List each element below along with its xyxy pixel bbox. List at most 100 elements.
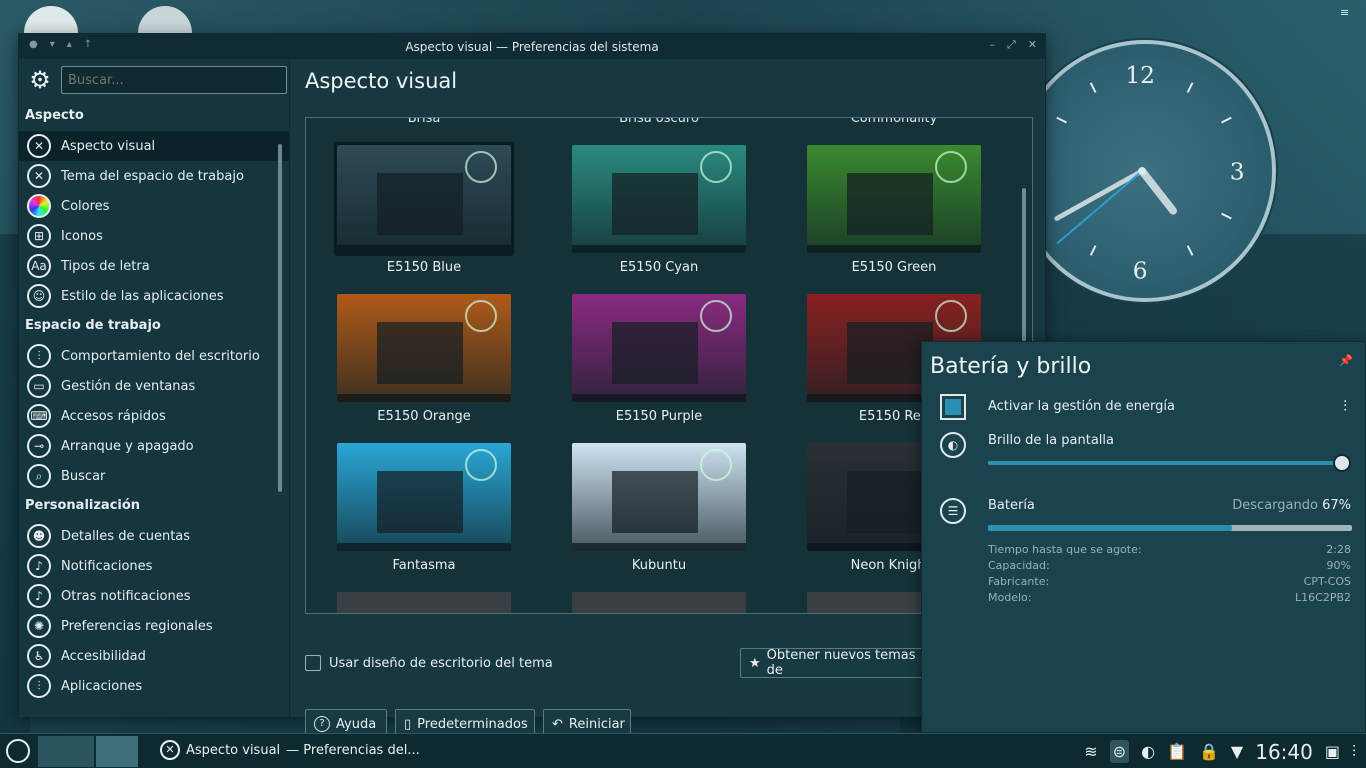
search-icon: ⌕ bbox=[27, 464, 51, 488]
theme-label-cut: Commonality bbox=[850, 117, 938, 126]
undo-icon: ↶ bbox=[552, 716, 563, 732]
taskbar-entry-settings[interactable]: ✕ Aspecto visual — Preferencias del... bbox=[160, 740, 420, 760]
brightness-slider[interactable] bbox=[988, 454, 1351, 472]
sidebar-item[interactable]: ✕ Aspecto visual bbox=[19, 131, 289, 161]
sidebar-item[interactable]: ⊸ Arranque y apagado bbox=[19, 431, 289, 461]
battery-tray-icon[interactable]: ⊜ bbox=[1109, 740, 1130, 763]
reset-label: Reiniciar bbox=[568, 716, 625, 732]
get-new-themes-button[interactable]: ★ Obtener nuevos temas de bbox=[740, 648, 930, 678]
sidebar-item[interactable]: ♪ Otras notificaciones bbox=[19, 581, 289, 611]
clock-face: 12 3 6 bbox=[1054, 62, 1245, 285]
sidebar-item-label: Notificaciones bbox=[61, 558, 153, 574]
sidebar-item-label: Accesos rápidos bbox=[61, 408, 166, 424]
theme-label-cut: Brisa bbox=[407, 117, 441, 126]
sidebar-item[interactable]: ☻ Detalles de cuentas bbox=[19, 521, 289, 551]
page-title: Aspecto visual bbox=[305, 69, 458, 93]
theme-preview bbox=[337, 443, 511, 551]
virtual-desktop-2[interactable] bbox=[96, 736, 138, 767]
sidebar-item[interactable]: ⫶ Comportamiento del escritorio bbox=[19, 341, 289, 371]
minimize-icon[interactable]: – bbox=[989, 38, 995, 52]
sidebar-item-label: Accesibilidad bbox=[61, 648, 146, 664]
sidebar-section-title: Personalización bbox=[25, 498, 141, 513]
expand-tray-icon[interactable]: ▼ bbox=[1231, 742, 1243, 761]
sidebar-item[interactable]: ▭ Gestión de ventanas bbox=[19, 371, 289, 401]
theme-preview bbox=[337, 145, 511, 253]
sidebar-item[interactable]: ☺ Estilo de las aplicaciones bbox=[19, 281, 289, 311]
brightness-slider-fill bbox=[988, 461, 1342, 465]
get-new-themes-label: Obtener nuevos temas de bbox=[766, 648, 916, 678]
sidebar-item-label: Detalles de cuentas bbox=[61, 528, 191, 544]
detail-key: Modelo: bbox=[988, 591, 1032, 604]
theme-tile[interactable]: E5150 Purple bbox=[569, 291, 749, 431]
theme-preview bbox=[807, 145, 981, 253]
clipboard-icon[interactable]: 📋 bbox=[1167, 742, 1187, 761]
notifications-icon: ♪ bbox=[27, 554, 51, 578]
sidebar-item-label: Colores bbox=[61, 198, 110, 214]
lock-icon[interactable]: 🔒 bbox=[1199, 742, 1219, 761]
search-input[interactable] bbox=[61, 66, 287, 94]
app-launcher-icon[interactable] bbox=[6, 739, 30, 763]
battery-status: Descargando 67% bbox=[1232, 498, 1351, 513]
theme-label: E5150 Green bbox=[851, 260, 937, 275]
sidebar-item[interactable]: ♪ Notificaciones bbox=[19, 551, 289, 581]
system-tray: ≋ ⊜ ◐ 📋 🔒 ▼ 16:40 ▣ ⫶ bbox=[1084, 734, 1366, 768]
theme-label: E5150 Blue bbox=[386, 260, 462, 275]
sidebar-item[interactable]: ⊞ Iconos bbox=[19, 221, 289, 251]
battery-level-bar bbox=[988, 525, 1352, 531]
close-icon[interactable]: ✕ bbox=[1028, 38, 1037, 52]
use-theme-layout-label: Usar diseño de escritorio del tema bbox=[329, 655, 553, 671]
clock-time[interactable]: 16:40 bbox=[1255, 740, 1313, 764]
theme-tile[interactable]: E5150 Blue bbox=[334, 142, 514, 282]
sidebar-item[interactable]: Colores bbox=[19, 191, 289, 221]
colors-icon bbox=[27, 194, 51, 218]
detail-value: L16C2PB2 bbox=[1295, 591, 1351, 604]
window-titlebar[interactable]: ● ▾ ▴ ↑ Aspecto visual — Preferencias del s… bbox=[19, 34, 1045, 59]
theme-preview-partial[interactable] bbox=[337, 592, 511, 613]
pin-icon[interactable]: 📌 bbox=[1339, 354, 1353, 367]
detail-value: 90% bbox=[1326, 559, 1351, 572]
sidebar-item[interactable]: ♿ Accesibilidad bbox=[19, 641, 289, 671]
other-notifications-icon: ♪ bbox=[27, 584, 51, 608]
app-style-icon: ☺ bbox=[27, 284, 51, 308]
theme-preview-partial[interactable] bbox=[572, 592, 746, 613]
maximize-icon[interactable]: ⤢ bbox=[1007, 38, 1016, 52]
window-title: Aspecto visual — Preferencias del sistem… bbox=[405, 39, 659, 54]
sidebar-item-label: Arranque y apagado bbox=[61, 438, 194, 454]
brightness-icon: ◐ bbox=[940, 432, 966, 458]
startup-icon: ⊸ bbox=[27, 434, 51, 458]
network-icon[interactable]: ≋ bbox=[1084, 742, 1097, 761]
panel-settings-icon[interactable]: ⫶ bbox=[1352, 742, 1356, 762]
sidebar-list: Aspecto ✕ Aspecto visual ✕ Tema del espacio … bbox=[19, 101, 289, 701]
sidebar-item-label: Buscar bbox=[61, 468, 106, 484]
show-desktop-icon[interactable]: ▣ bbox=[1325, 742, 1340, 761]
sidebar-item[interactable]: ⌕ Buscar bbox=[19, 461, 289, 491]
sidebar-scrollbar[interactable] bbox=[278, 144, 282, 492]
theme-tile[interactable]: E5150 Green bbox=[804, 142, 984, 282]
sidebar-item-label: Aplicaciones bbox=[61, 678, 143, 694]
clock-number-3: 3 bbox=[1230, 159, 1245, 186]
configure-icon[interactable]: ⫶ bbox=[1343, 397, 1347, 415]
use-theme-layout-row[interactable]: Usar diseño de escritorio del tema bbox=[305, 655, 553, 671]
sidebar-item[interactable]: ⌨ Accesos rápidos bbox=[19, 401, 289, 431]
sidebar-item[interactable]: ✕ Tema del espacio de trabajo bbox=[19, 161, 289, 191]
theme-tile[interactable]: E5150 Cyan bbox=[569, 142, 749, 282]
theme-tile[interactable]: Kubuntu bbox=[569, 440, 749, 580]
sidebar-item[interactable]: ✺ Preferencias regionales bbox=[19, 611, 289, 641]
brightness-tray-icon[interactable]: ◐ bbox=[1141, 742, 1155, 761]
virtual-desktop-1[interactable] bbox=[38, 736, 94, 767]
gear-icon[interactable]: ⚙ bbox=[27, 67, 53, 93]
theme-tile[interactable]: Fantasma bbox=[334, 440, 514, 580]
use-theme-layout-checkbox[interactable] bbox=[305, 655, 321, 671]
theme-preview bbox=[572, 294, 746, 402]
desktop-toolbox-icon[interactable]: ≡ bbox=[1340, 6, 1354, 20]
theme-tile[interactable]: E5150 Orange bbox=[334, 291, 514, 431]
sidebar-item[interactable]: Aa Tipos de letra bbox=[19, 251, 289, 281]
brightness-label: Brillo de la pantalla bbox=[988, 433, 1114, 448]
sidebar-item[interactable]: ⫶ Aplicaciones bbox=[19, 671, 289, 701]
brightness-slider-handle[interactable] bbox=[1333, 454, 1351, 472]
appearance-icon: ✕ bbox=[27, 134, 51, 158]
help-label: Ayuda bbox=[336, 716, 377, 732]
window-menu-buttons[interactable]: ● ▾ ▴ ↑ bbox=[29, 39, 92, 50]
power-management-checkbox[interactable] bbox=[940, 394, 966, 420]
accessibility-icon: ♿ bbox=[27, 644, 51, 668]
